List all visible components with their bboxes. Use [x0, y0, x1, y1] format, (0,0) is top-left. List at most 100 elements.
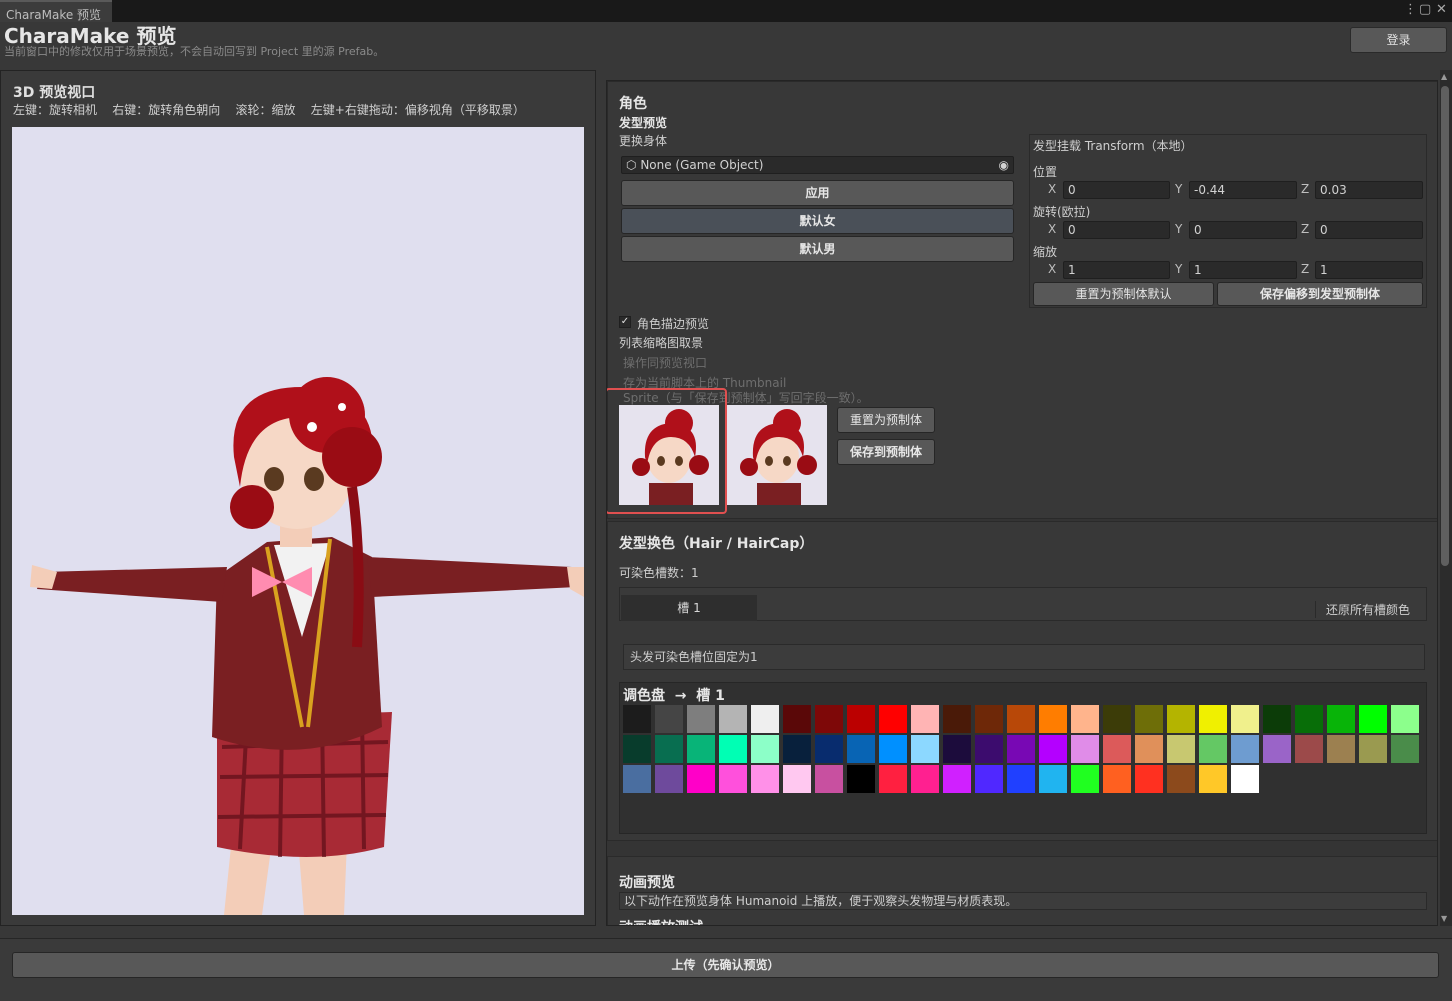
reset-transform-button[interactable]: 重置为预制体默认	[1033, 282, 1214, 306]
palette-swatch[interactable]	[719, 735, 747, 763]
palette-swatch[interactable]	[879, 765, 907, 793]
palette-swatch[interactable]	[1167, 705, 1195, 733]
palette-swatch[interactable]	[655, 705, 683, 733]
restore-all-colors-button[interactable]: 还原所有槽颜色	[1315, 601, 1410, 618]
palette-swatch[interactable]	[975, 765, 1003, 793]
rotation-y-field[interactable]: 0	[1189, 221, 1297, 239]
palette-swatch[interactable]	[1359, 705, 1387, 733]
default-male-button[interactable]: 默认男	[621, 236, 1014, 262]
palette-swatch[interactable]	[655, 735, 683, 763]
palette-swatch[interactable]	[719, 705, 747, 733]
palette-swatch[interactable]	[847, 765, 875, 793]
palette-swatch[interactable]	[719, 765, 747, 793]
scroll-up-icon[interactable]: ▲	[1441, 72, 1447, 81]
palette-swatch[interactable]	[1071, 705, 1099, 733]
palette-swatch[interactable]	[1231, 735, 1259, 763]
upload-button[interactable]: 上传（先确认预览）	[12, 952, 1439, 978]
position-z-field[interactable]: 0.03	[1315, 181, 1423, 199]
palette-swatch[interactable]	[943, 735, 971, 763]
palette-swatch[interactable]	[687, 705, 715, 733]
object-picker-icon[interactable]: ◉	[999, 157, 1009, 173]
palette-swatch[interactable]	[847, 735, 875, 763]
kebab-icon[interactable]: ⋮	[1404, 2, 1417, 17]
palette-swatch[interactable]	[623, 765, 651, 793]
palette-swatch[interactable]	[1039, 765, 1067, 793]
palette-swatch[interactable]	[783, 765, 811, 793]
palette-swatch[interactable]	[1071, 765, 1099, 793]
palette-swatch[interactable]	[815, 765, 843, 793]
palette-swatch[interactable]	[1071, 735, 1099, 763]
rotation-z-field[interactable]: 0	[1315, 221, 1423, 239]
scroll-down-icon[interactable]: ▼	[1441, 914, 1447, 923]
palette-swatch[interactable]	[815, 735, 843, 763]
palette-swatch[interactable]	[623, 705, 651, 733]
thumbnail-live[interactable]	[619, 405, 719, 505]
close-icon[interactable]: ✕	[1436, 2, 1447, 17]
palette-swatch[interactable]	[1135, 765, 1163, 793]
palette-swatch[interactable]	[1391, 705, 1419, 733]
palette-swatch[interactable]	[911, 705, 939, 733]
palette-swatch[interactable]	[1039, 705, 1067, 733]
palette-swatch[interactable]	[1199, 705, 1227, 733]
window-tab[interactable]: CharaMake 预览	[0, 0, 112, 22]
palette-swatch[interactable]	[783, 705, 811, 733]
outline-checkbox[interactable]: ✓	[619, 316, 631, 328]
palette-swatch[interactable]	[975, 735, 1003, 763]
palette-swatch[interactable]	[943, 705, 971, 733]
palette-swatch[interactable]	[1231, 765, 1259, 793]
palette-swatch[interactable]	[623, 735, 651, 763]
palette-swatch[interactable]	[879, 735, 907, 763]
palette-swatch[interactable]	[1135, 705, 1163, 733]
palette-swatch[interactable]	[911, 735, 939, 763]
palette-swatch[interactable]	[975, 705, 1003, 733]
scrollbar-thumb[interactable]	[1441, 86, 1449, 566]
palette-swatch[interactable]	[1391, 735, 1419, 763]
scale-y-field[interactable]: 1	[1189, 261, 1297, 279]
palette-swatch[interactable]	[1231, 705, 1259, 733]
maximize-icon[interactable]: ▢	[1419, 2, 1431, 17]
palette-swatch[interactable]	[1007, 735, 1035, 763]
palette-swatch[interactable]	[1327, 705, 1355, 733]
rotation-x-field[interactable]: 0	[1063, 221, 1170, 239]
palette-swatch[interactable]	[1167, 735, 1195, 763]
default-female-button[interactable]: 默认女	[621, 208, 1014, 234]
3d-viewport[interactable]	[12, 127, 584, 915]
palette-swatch[interactable]	[751, 705, 779, 733]
palette-swatch[interactable]	[1103, 705, 1131, 733]
apply-button[interactable]: 应用	[621, 180, 1014, 206]
slot-1-tab[interactable]: 槽 1	[621, 595, 757, 621]
palette-swatch[interactable]	[687, 765, 715, 793]
palette-swatch[interactable]	[1295, 705, 1323, 733]
reset-to-prefab-button[interactable]: 重置为预制体	[837, 407, 935, 433]
palette-swatch[interactable]	[1199, 735, 1227, 763]
palette-swatch[interactable]	[687, 735, 715, 763]
palette-swatch[interactable]	[911, 765, 939, 793]
palette-swatch[interactable]	[1327, 735, 1355, 763]
palette-swatch[interactable]	[1007, 765, 1035, 793]
palette-swatch[interactable]	[751, 735, 779, 763]
palette-swatch[interactable]	[1135, 735, 1163, 763]
palette-swatch[interactable]	[1263, 735, 1291, 763]
position-y-field[interactable]: -0.44	[1189, 181, 1297, 199]
palette-swatch[interactable]	[1103, 765, 1131, 793]
palette-swatch[interactable]	[1167, 765, 1195, 793]
login-button[interactable]: 登录	[1350, 27, 1447, 53]
palette-swatch[interactable]	[1359, 735, 1387, 763]
save-to-prefab-button[interactable]: 保存到预制体	[837, 439, 935, 465]
palette-swatch[interactable]	[751, 765, 779, 793]
palette-swatch[interactable]	[1103, 735, 1131, 763]
palette-swatch[interactable]	[1199, 765, 1227, 793]
position-x-field[interactable]: 0	[1063, 181, 1170, 199]
palette-swatch[interactable]	[783, 735, 811, 763]
palette-swatch[interactable]	[847, 705, 875, 733]
palette-swatch[interactable]	[943, 765, 971, 793]
palette-swatch[interactable]	[815, 705, 843, 733]
palette-swatch[interactable]	[1295, 735, 1323, 763]
palette-swatch[interactable]	[1007, 705, 1035, 733]
palette-swatch[interactable]	[879, 705, 907, 733]
scale-x-field[interactable]: 1	[1063, 261, 1170, 279]
palette-swatch[interactable]	[1263, 705, 1291, 733]
body-object-field[interactable]: ⬡ None (Game Object) ◉	[621, 156, 1014, 174]
save-offset-button[interactable]: 保存偏移到发型预制体	[1217, 282, 1423, 306]
palette-swatch[interactable]	[1039, 735, 1067, 763]
